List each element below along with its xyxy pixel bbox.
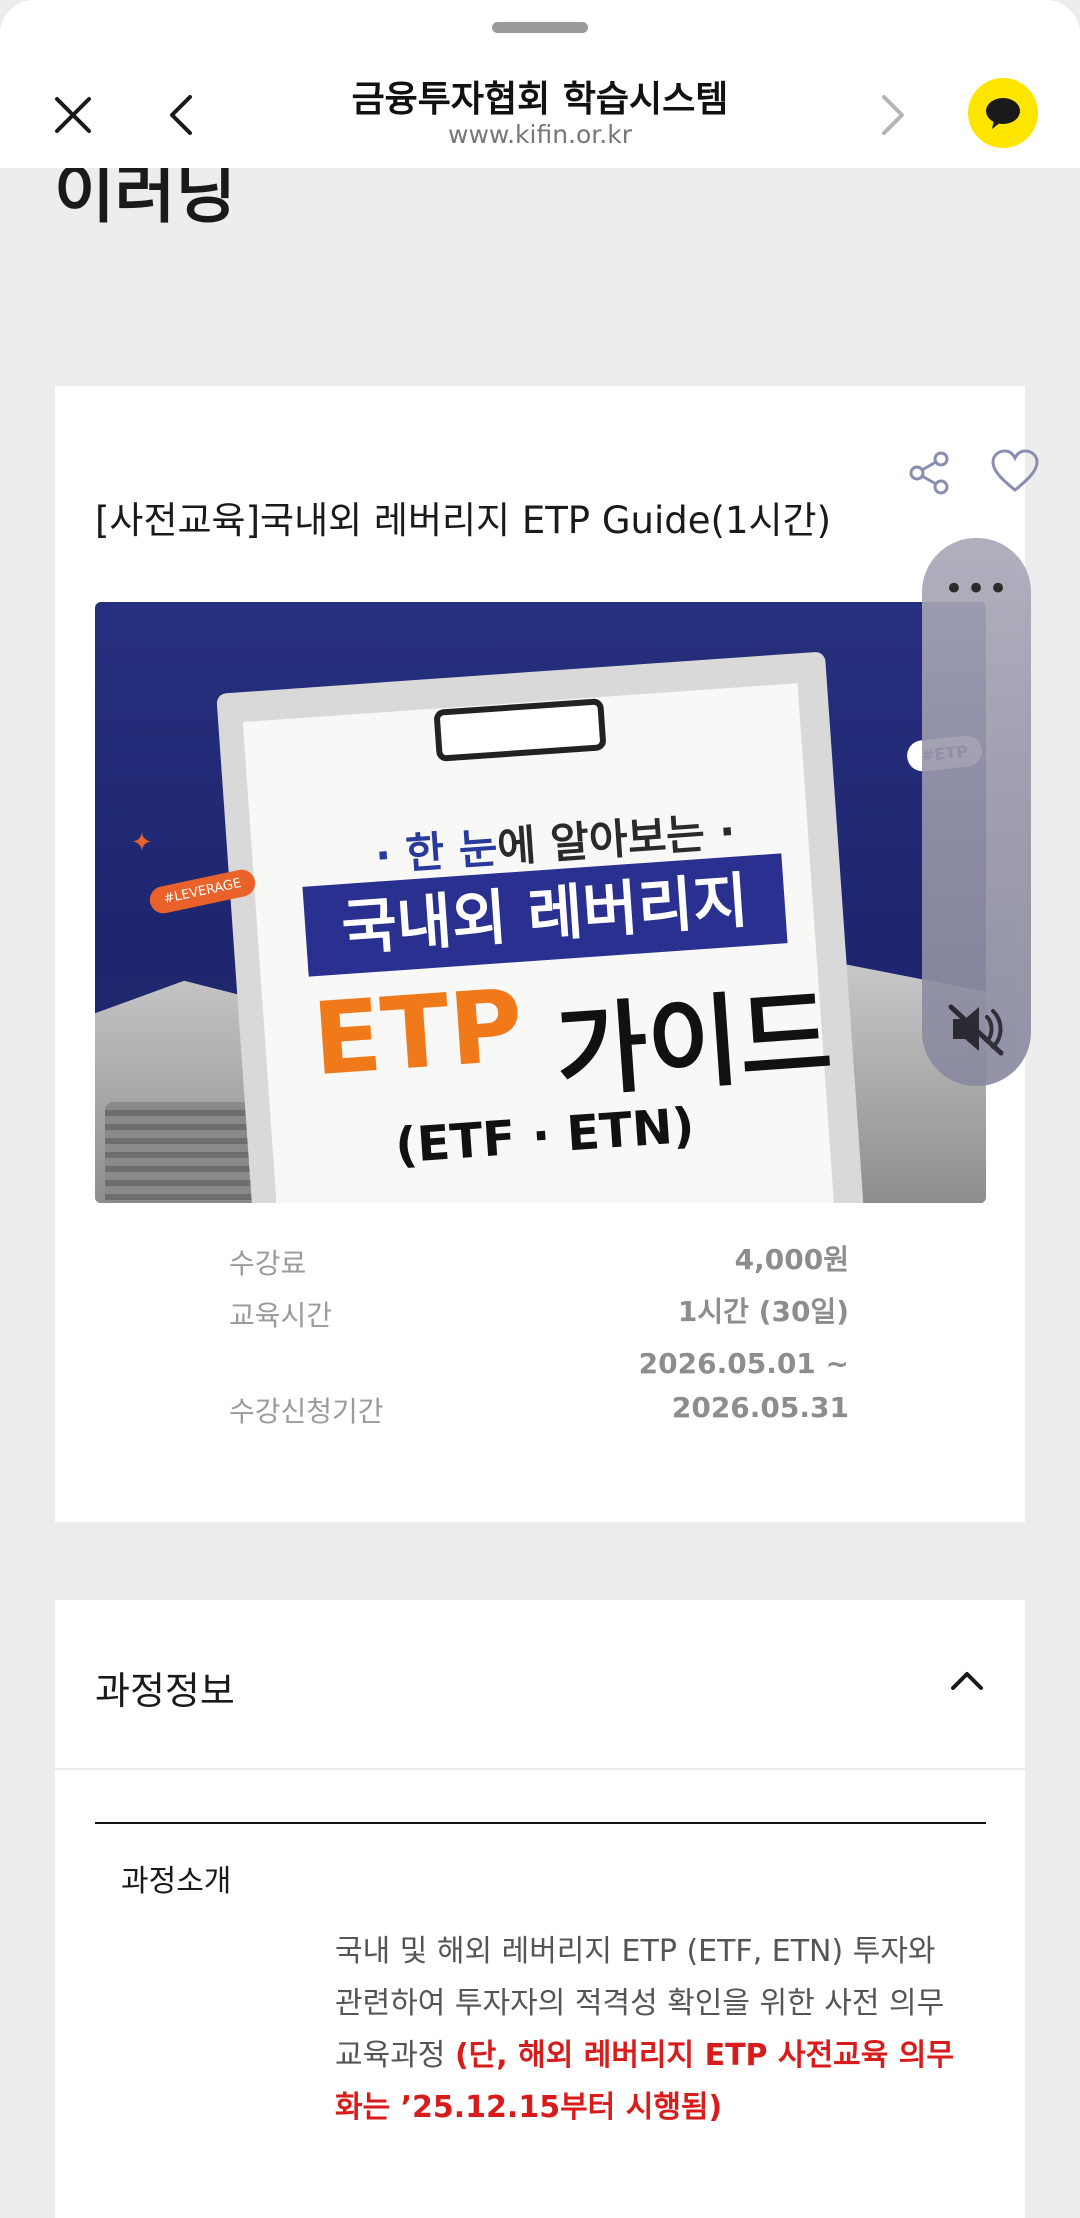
intro-label: 과정소개 — [121, 1864, 232, 1899]
kakaotalk-share-button[interactable] — [968, 78, 1038, 148]
mute-button[interactable] — [946, 998, 1008, 1060]
speech-bubble-icon — [986, 98, 1020, 129]
duration-label: 교육시간 — [229, 1299, 333, 1332]
share-icon — [909, 451, 949, 495]
enroll-period-end: 2026.05.31 — [671, 1391, 849, 1424]
share-button[interactable] — [907, 450, 957, 500]
course-title: [사전교육]국내외 레버리지 ETP Guide(1시간) — [95, 499, 832, 542]
browser-title: 금융투자협회 학습시스템 — [351, 79, 729, 120]
close-button[interactable] — [44, 86, 102, 144]
info-row-fee: 수강료 4,000원 — [229, 1238, 849, 1290]
browser-url: www.kifin.or.kr — [448, 120, 632, 149]
course-info-section: 과정정보 과정소개 국내 및 해외 레버리지 ETP (ETF, ETN) 투자… — [55, 1600, 1025, 2218]
close-icon — [55, 97, 91, 133]
more-options-button[interactable]: ••• — [942, 564, 1012, 614]
course-card: [사전교육]국내외 레버리지 ETP Guide(1시간) ✦ #LEVERAG… — [55, 386, 1039, 1522]
forward-button[interactable] — [868, 86, 918, 144]
collapse-button[interactable] — [947, 1666, 997, 1706]
sheet-grabber[interactable] — [492, 22, 588, 33]
star-icon: ✦ — [131, 828, 153, 858]
back-button[interactable] — [156, 86, 206, 144]
table-top-rule — [95, 1822, 986, 1824]
banner-etp-text: ETP — [309, 966, 527, 1099]
enroll-period-start: 2026.05.01 ~ — [638, 1347, 849, 1380]
banner-guide-text: 가이드 — [551, 975, 836, 1112]
in-app-browser-header: 금융투자협회 학습시스템 www.kifin.or.kr — [0, 0, 1080, 168]
course-thumbnail[interactable]: ✦ #LEVERAGE #ETP · 한 눈에 알아보는 · 국내외 레버리지 … — [95, 602, 986, 1203]
chevron-left-icon — [170, 95, 192, 135]
info-row-enroll-period: 수강신청기간 2026.05.01 ~ 2026.05.31 — [229, 1342, 849, 1438]
intro-text: 국내 및 해외 레버리지 ETP (ETF, ETN) 투자와 관련하여 투자자… — [335, 1926, 955, 2134]
speaker-muted-icon — [948, 1004, 1004, 1056]
info-row-duration: 교육시간 1시간 (30일) — [229, 1290, 849, 1342]
more-icon: ••• — [943, 569, 1011, 609]
section-title: 과정정보 — [95, 1669, 235, 1713]
section-divider — [55, 1768, 1025, 1770]
fee-value: 4,000원 — [734, 1243, 849, 1276]
duration-value: 1시간 (30일) — [677, 1295, 849, 1328]
chevron-up-icon — [951, 1672, 983, 1690]
fee-label: 수강료 — [229, 1247, 307, 1280]
enroll-period-label: 수강신청기간 — [229, 1395, 384, 1428]
like-button[interactable] — [990, 448, 1044, 498]
chevron-right-icon — [882, 95, 904, 135]
course-info-table: 수강료 4,000원 교육시간 1시간 (30일) 수강신청기간 2026.05… — [229, 1238, 849, 1438]
banner-subheading-highlight: · 한 눈 — [373, 823, 500, 881]
heart-icon — [991, 449, 1039, 492]
floating-media-panel: ••• — [922, 538, 1031, 1086]
